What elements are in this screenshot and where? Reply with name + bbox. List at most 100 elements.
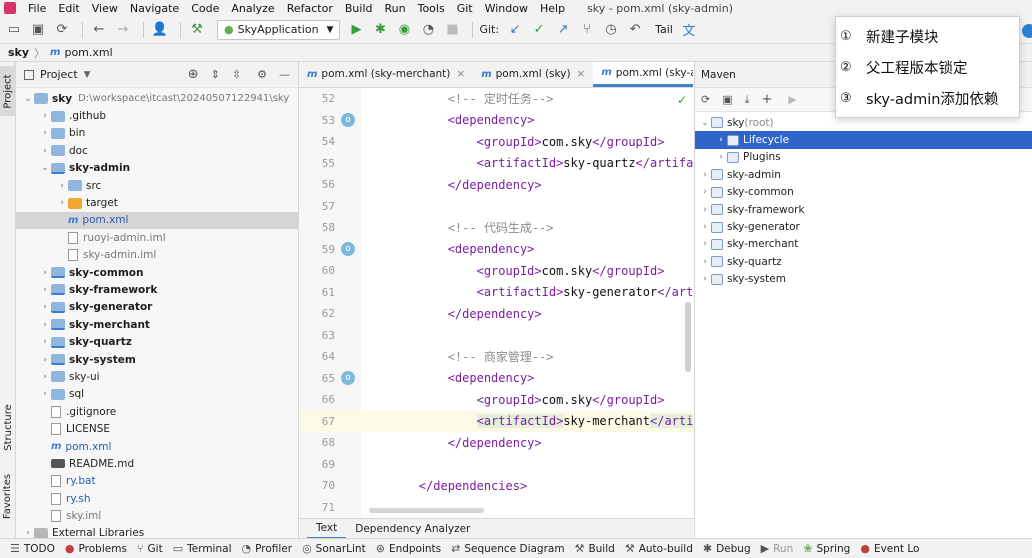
maven-tree-item[interactable]: › sky-system: [695, 271, 1032, 288]
tree-item[interactable]: › sky-framework: [16, 281, 298, 298]
menu-item-git[interactable]: Git: [451, 2, 479, 15]
maven-tree-item[interactable]: › sky-merchant: [695, 236, 1032, 253]
maven-dependency-gutter-icon[interactable]: o: [341, 113, 355, 128]
chevron-down-icon[interactable]: ▼: [84, 70, 91, 80]
tree-item[interactable]: m pom.xml: [16, 438, 298, 455]
tree-item[interactable]: LICENSE: [16, 420, 298, 437]
run-config-select[interactable]: ● SkyApplication ▼: [217, 19, 341, 40]
status-tab[interactable]: ❀ Spring: [803, 542, 850, 555]
tab-project[interactable]: Project: [0, 66, 16, 116]
maven-tree-item[interactable]: › Lifecycle: [695, 131, 1032, 149]
maven-dependency-gutter-icon[interactable]: o: [341, 371, 355, 386]
tree-item[interactable]: › sky-common: [16, 264, 298, 281]
editor-bottom-tab[interactable]: Dependency Analyzer: [346, 523, 479, 535]
maven-tree-item[interactable]: › sky-framework: [695, 201, 1032, 218]
collapse-all-icon[interactable]: ⇳: [232, 68, 241, 81]
editor-tab[interactable]: m pom.xml (sky) ×: [473, 62, 593, 87]
editor-hscrollbar[interactable]: [369, 508, 484, 513]
expand-all-icon[interactable]: ⇕: [211, 68, 220, 81]
locate-icon[interactable]: ⊕: [188, 67, 199, 82]
breadcrumb-project[interactable]: sky: [8, 46, 29, 59]
editor-bottom-tab[interactable]: Text: [307, 519, 347, 538]
code-area[interactable]: <!-- 定时任务--> <dependency> <groupId> com.s…: [361, 88, 693, 518]
status-tab[interactable]: ◎ SonarLint: [302, 542, 366, 555]
menu-item-code[interactable]: Code: [185, 2, 225, 15]
breadcrumb-file[interactable]: pom.xml: [64, 46, 112, 59]
back-icon[interactable]: ←: [89, 20, 109, 40]
tree-item[interactable]: › External Libraries: [16, 525, 298, 538]
tab-favorites[interactable]: Favorites: [0, 466, 16, 526]
status-tab[interactable]: ☰ TODO: [10, 542, 55, 555]
menu-item-run[interactable]: Run: [379, 2, 412, 15]
status-tab[interactable]: ▶ Run: [761, 542, 794, 555]
maven-dependency-gutter-icon[interactable]: o: [341, 242, 355, 257]
menu-item-view[interactable]: View: [86, 2, 124, 15]
tree-item[interactable]: ⌄ sky-admin: [16, 160, 298, 177]
rollback-icon[interactable]: ↶: [625, 20, 645, 40]
maven-tree-item[interactable]: › sky-common: [695, 184, 1032, 201]
gear-icon[interactable]: ⚙: [257, 68, 267, 81]
download-icon[interactable]: ⤓: [745, 93, 750, 107]
tree-item[interactable]: ruoyi-admin.iml: [16, 229, 298, 246]
menu-item-edit[interactable]: Edit: [52, 2, 85, 15]
coverage-icon[interactable]: ◉: [394, 20, 414, 40]
tree-item[interactable]: .gitignore: [16, 403, 298, 420]
tree-root[interactable]: ⌄ sky D:\workspace\itcast\20240507122941…: [16, 90, 298, 107]
project-panel-title[interactable]: Project: [40, 68, 78, 81]
tree-item[interactable]: README.md: [16, 455, 298, 472]
menu-item-tools[interactable]: Tools: [412, 2, 451, 15]
translate-icon[interactable]: 文: [679, 20, 699, 40]
tail-label[interactable]: Tail: [655, 23, 673, 36]
editor-scrollbar[interactable]: [685, 302, 691, 372]
status-tab[interactable]: ⚒ Auto-build: [625, 542, 693, 555]
tree-item[interactable]: m pom.xml: [16, 211, 298, 230]
user-icon[interactable]: 👤: [150, 20, 170, 40]
tree-item[interactable]: sky.iml: [16, 507, 298, 524]
maven-tree-item[interactable]: › sky-admin: [695, 166, 1032, 183]
status-tab[interactable]: ● Event Lo: [860, 542, 919, 555]
forward-icon[interactable]: →: [113, 20, 133, 40]
tree-item[interactable]: › sky-ui: [16, 368, 298, 385]
tree-item[interactable]: sky-admin.iml: [16, 247, 298, 264]
sync-icon[interactable]: ⟳: [52, 20, 72, 40]
maven-tree-item[interactable]: › sky-generator: [695, 218, 1032, 235]
save-icon[interactable]: ▣: [28, 20, 48, 40]
menu-item-file[interactable]: File: [22, 2, 52, 15]
menu-item-build[interactable]: Build: [339, 2, 379, 15]
tree-item[interactable]: › sky-system: [16, 351, 298, 368]
status-tab[interactable]: ⚒ Build: [575, 542, 615, 555]
status-tab[interactable]: ⇄ Sequence Diagram: [451, 542, 564, 555]
stop-icon[interactable]: ■: [442, 20, 462, 40]
git-commit-icon[interactable]: ✓: [529, 20, 549, 40]
tree-item[interactable]: › sky-quartz: [16, 333, 298, 350]
status-tab[interactable]: ✱ Debug: [703, 542, 751, 555]
tree-item[interactable]: › .github: [16, 107, 298, 124]
open-folder-icon[interactable]: ▭: [4, 20, 24, 40]
menu-item-window[interactable]: Window: [479, 2, 534, 15]
menu-item-navigate[interactable]: Navigate: [124, 2, 185, 15]
menu-item-help[interactable]: Help: [534, 2, 571, 15]
reload-icon[interactable]: ⟳: [701, 93, 710, 106]
history-icon[interactable]: ◷: [601, 20, 621, 40]
git-branch-icon[interactable]: ⑂: [577, 20, 597, 40]
status-tab[interactable]: ● Problems: [65, 542, 127, 555]
tree-item[interactable]: › doc: [16, 142, 298, 159]
close-icon[interactable]: ×: [456, 68, 465, 80]
tab-structure[interactable]: Structure: [0, 392, 16, 462]
tree-item[interactable]: › target: [16, 194, 298, 211]
plus-icon[interactable]: +: [762, 92, 773, 107]
add-project-icon[interactable]: ▣: [722, 93, 732, 106]
tree-item[interactable]: › sky-generator: [16, 299, 298, 316]
menu-item-analyze[interactable]: Analyze: [225, 2, 280, 15]
tree-item[interactable]: › bin: [16, 125, 298, 142]
tree-item[interactable]: › src: [16, 177, 298, 194]
editor-tab[interactable]: mpom.xml (sky-admin)×: [593, 62, 693, 87]
build-hammer-icon[interactable]: ⚒: [187, 20, 207, 40]
git-push-icon[interactable]: ↗: [553, 20, 573, 40]
editor-tab[interactable]: m pom.xml (sky-merchant) ×: [299, 62, 473, 87]
maven-tree-item[interactable]: › sky-quartz: [695, 253, 1032, 270]
status-tab[interactable]: ⊛ Endpoints: [376, 542, 441, 555]
status-tab[interactable]: ⑂ Git: [137, 542, 163, 555]
debug-icon[interactable]: ✱: [370, 20, 390, 40]
status-tab[interactable]: ▭ Terminal: [173, 542, 232, 555]
